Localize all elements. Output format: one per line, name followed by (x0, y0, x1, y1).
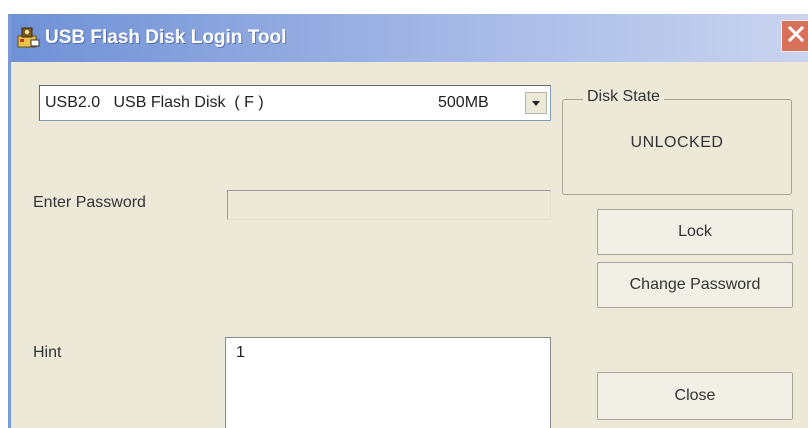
chevron-down-icon (531, 94, 541, 112)
hint-label: Hint (33, 344, 62, 361)
app-window: USB Flash Disk Login Tool USB2.0 USB Fla… (8, 14, 808, 428)
password-label: Enter Password (33, 194, 146, 211)
usb-login-tool-icon (15, 24, 41, 50)
disk-select-size: 500MB (438, 94, 489, 111)
disk-state-group: Disk State UNLOCKED (562, 88, 792, 195)
disk-state-label: Disk State (583, 88, 664, 106)
disk-select-dropdown[interactable]: USB2.0 USB Flash Disk ( F ) 500MB (39, 85, 551, 121)
window-title: USB Flash Disk Login Tool (45, 27, 287, 48)
change-password-button[interactable]: Change Password (597, 262, 793, 308)
window-close-button[interactable] (781, 20, 808, 52)
title-bar[interactable]: USB Flash Disk Login Tool (11, 14, 808, 62)
dropdown-arrow-button[interactable] (525, 92, 547, 114)
close-button[interactable]: Close (597, 372, 793, 420)
password-field[interactable] (227, 190, 551, 220)
disk-select-name: USB2.0 USB Flash Disk ( F ) (45, 94, 264, 111)
lock-button[interactable]: Lock (597, 209, 793, 255)
hint-textarea[interactable]: 1 (225, 337, 551, 428)
disk-state-value: UNLOCKED (630, 134, 724, 151)
close-icon (787, 25, 805, 48)
